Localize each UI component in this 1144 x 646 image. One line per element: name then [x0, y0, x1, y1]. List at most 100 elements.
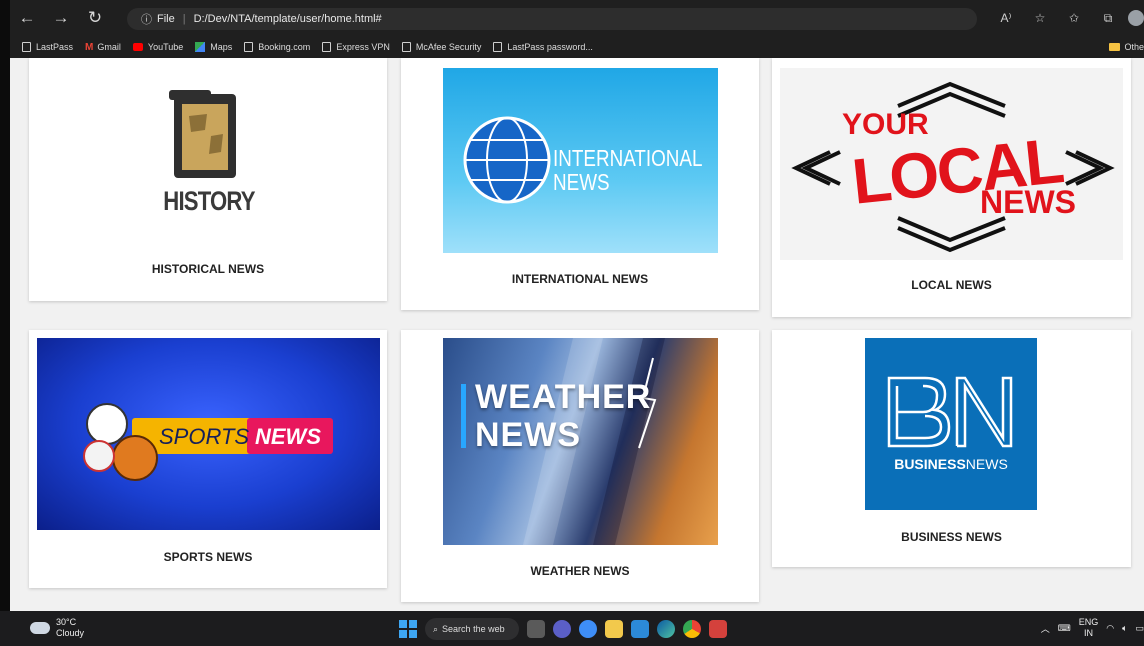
search-placeholder: Search the web: [442, 624, 505, 634]
international-news-logo: INTERNATIONAL NEWS: [443, 68, 718, 253]
weather-condition: Cloudy: [56, 628, 85, 638]
business-logo-text: BUSINESSNEWS: [865, 456, 1037, 472]
info-icon[interactable]: ⓘ: [141, 11, 152, 27]
language-indicator[interactable]: ENG IN: [1079, 617, 1099, 639]
system-tray: ︿ ⌨ ENG IN ◠ 🔈︎ ▭: [1041, 617, 1144, 639]
logo-light: NEWS: [965, 456, 1008, 472]
logo-bold: BUSINESS: [894, 456, 966, 472]
sports-logo-word: SPORTS: [159, 424, 250, 449]
card-business-news[interactable]: BUSINESSNEWS BUSINESS NEWS: [772, 330, 1131, 567]
card-caption: INTERNATIONAL NEWS: [511, 272, 649, 286]
card-international-news[interactable]: INTERNATIONAL NEWS INTERNATIONAL NEWS: [401, 58, 759, 310]
toolbar-actions: A⁾ ☆ ✩ ⧉: [992, 6, 1144, 30]
bookmark-label: LastPass password...: [507, 42, 593, 52]
bookmark-label: McAfee Security: [415, 42, 482, 52]
temperature: 30°C: [56, 617, 77, 627]
logo-line: NEWS: [553, 169, 610, 195]
bookmark-label: LastPass: [36, 42, 74, 52]
browser-window: ← → ↻ ⓘ File | D:/Dev/NTA/template/user/…: [10, 0, 1144, 611]
history-logo-text: HISTORY NEWS: [163, 186, 255, 221]
file-explorer-icon[interactable]: [605, 620, 623, 638]
lang-line: IN: [1083, 628, 1093, 638]
chevron-up-icon[interactable]: ︿: [1041, 622, 1050, 635]
bookmark-gmail[interactable]: M Gmail: [85, 42, 121, 53]
other-bookmarks[interactable]: Othe: [1109, 42, 1144, 52]
history-news-logo: HISTORY NEWS: [119, 86, 299, 221]
task-view-icon[interactable]: [527, 620, 545, 638]
back-arrow-icon[interactable]: ←: [10, 3, 44, 33]
card-local-news[interactable]: YOUR LOCAL NEWS LOCAL NEWS: [772, 58, 1131, 317]
logo-line: NEWS: [475, 416, 581, 454]
folder-icon: [1109, 43, 1121, 51]
card-caption: SPORTS NEWS: [163, 550, 253, 564]
bookmark-youtube[interactable]: YouTube: [132, 42, 184, 52]
bookmark-lastpass-password[interactable]: LastPass password...: [493, 42, 593, 52]
card-caption: LOCAL NEWS: [911, 278, 992, 292]
card-caption: WEATHER NEWS: [530, 564, 630, 578]
weather-logo-text: WEATHER NEWS: [475, 378, 651, 454]
favorite-icon[interactable]: ☆: [1026, 6, 1054, 30]
business-news-logo: BUSINESSNEWS: [865, 338, 1037, 510]
profile-avatar[interactable]: [1128, 10, 1144, 26]
chrome-icon[interactable]: [683, 620, 701, 638]
local-news-logo: YOUR LOCAL NEWS: [780, 68, 1123, 260]
cloud-icon: [30, 622, 50, 634]
favorites-list-icon[interactable]: ✩: [1060, 6, 1088, 30]
battery-icon[interactable]: ▭: [1135, 623, 1144, 634]
maps-icon: [195, 42, 206, 52]
reload-icon[interactable]: ↻: [78, 3, 112, 33]
windows-taskbar: 30°C Cloudy ⌕ Search the web ︿ ⌨ ENG IN ◠…: [0, 611, 1144, 646]
teams-icon[interactable]: [553, 620, 571, 638]
file-label: File: [157, 13, 175, 25]
browser-toolbar: ← → ↻ ⓘ File | D:/Dev/NTA/template/user/…: [10, 0, 1144, 36]
local-logo-news: NEWS: [980, 184, 1076, 220]
sports-news-logo: SPORTS NEWS: [37, 338, 380, 530]
bookmark-booking[interactable]: Booking.com: [244, 42, 310, 52]
bookmark-label: Maps: [210, 42, 233, 52]
page-icon: [322, 42, 332, 52]
bookmark-label: Express VPN: [336, 42, 390, 52]
bookmark-label: Booking.com: [258, 42, 311, 52]
globe-icon: [463, 116, 551, 204]
windows-start-icon[interactable]: [399, 620, 417, 638]
snipping-tool-icon[interactable]: [709, 620, 727, 638]
taskbar-search[interactable]: ⌕ Search the web: [425, 618, 519, 640]
address-url[interactable]: D:/Dev/NTA/template/user/home.html#: [194, 13, 382, 25]
sports-logo-news: NEWS: [255, 424, 321, 449]
youtube-icon: [132, 43, 143, 51]
bookmark-label: Othe: [1124, 42, 1144, 52]
address-bar[interactable]: ⓘ File | D:/Dev/NTA/template/user/home.h…: [127, 8, 977, 30]
card-sports-news[interactable]: SPORTS NEWS SPORTS NEWS: [29, 330, 387, 588]
weather-news-logo: WEATHER NEWS: [443, 338, 718, 545]
vscode-icon[interactable]: [631, 620, 649, 638]
lang-line: ENG: [1078, 617, 1099, 627]
forward-arrow-icon[interactable]: →: [44, 3, 78, 33]
page-icon: [493, 42, 503, 52]
bookmark-mcafee[interactable]: McAfee Security: [401, 42, 482, 52]
taskbar-apps: ⌕ Search the web: [399, 616, 727, 642]
bookmark-maps[interactable]: Maps: [195, 42, 232, 52]
edge-icon[interactable]: [657, 620, 675, 638]
gmail-icon: M: [85, 41, 94, 53]
page-icon: [401, 42, 411, 52]
card-caption: BUSINESS NEWS: [901, 530, 1002, 544]
card-caption: HISTORICAL NEWS: [151, 262, 265, 276]
card-historical-news[interactable]: HISTORY NEWS HISTORICAL NEWS: [29, 58, 387, 301]
logo-line: WEATHER: [475, 378, 652, 416]
card-weather-news[interactable]: WEATHER NEWS WEATHER NEWS: [401, 330, 759, 602]
bookmark-label: YouTube: [147, 42, 184, 52]
volume-icon[interactable]: 🔈︎: [1122, 623, 1127, 634]
keyboard-icon[interactable]: ⌨: [1058, 623, 1071, 634]
local-logo-your: YOUR: [842, 108, 929, 141]
photos-icon[interactable]: [579, 620, 597, 638]
logo-line: INTERNATIONAL: [553, 145, 703, 171]
bookmark-expressvpn[interactable]: Express VPN: [322, 42, 390, 52]
bookmark-label: Gmail: [97, 42, 121, 52]
weather-widget[interactable]: 30°C Cloudy: [30, 617, 84, 639]
wifi-icon[interactable]: ◠: [1106, 623, 1114, 634]
international-logo-text: INTERNATIONAL NEWS: [553, 146, 703, 194]
read-aloud-icon[interactable]: A⁾: [992, 6, 1020, 30]
bookmarks-bar: LastPass M Gmail YouTube Maps Booking.com…: [10, 36, 1144, 59]
collections-icon[interactable]: ⧉: [1094, 6, 1122, 30]
bookmark-lastpass[interactable]: LastPass: [22, 42, 73, 52]
